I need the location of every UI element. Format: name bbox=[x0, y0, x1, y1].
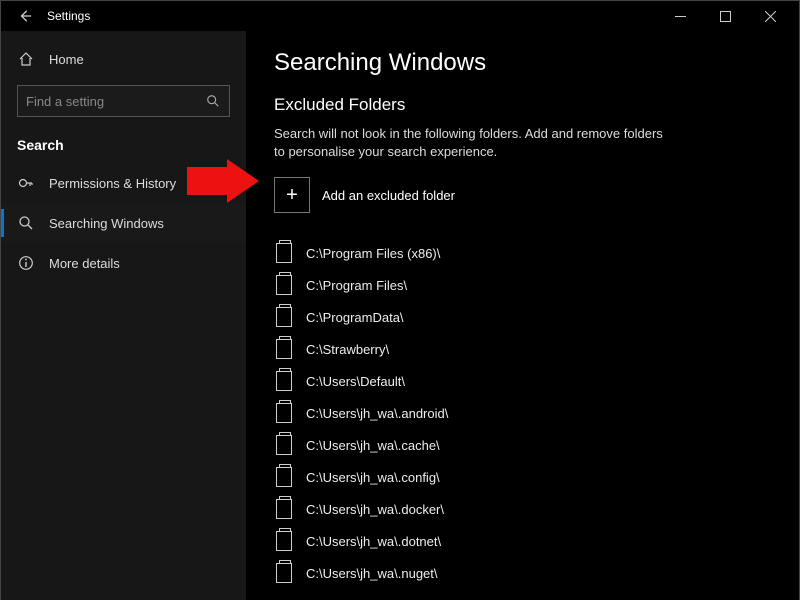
add-excluded-folder-button[interactable]: + Add an excluded folder bbox=[274, 177, 771, 213]
sidebar: Home Find a setting Search Permissions &… bbox=[1, 31, 246, 600]
nav-item-label: More details bbox=[49, 256, 120, 271]
search-placeholder: Find a setting bbox=[26, 94, 205, 109]
folder-path: C:\Users\jh_wa\.nuget\ bbox=[306, 566, 438, 581]
main-content: Searching Windows Excluded Folders Searc… bbox=[246, 31, 799, 600]
titlebar: Settings bbox=[1, 1, 799, 31]
excluded-folder-list: C:\Program Files (x86)\ C:\Program Files\… bbox=[274, 237, 771, 589]
settings-window: Settings Home Find a setting bbox=[0, 0, 800, 600]
folder-icon bbox=[276, 275, 292, 295]
nav-searching-windows[interactable]: Searching Windows bbox=[1, 203, 246, 243]
maximize-button[interactable] bbox=[703, 2, 748, 30]
excluded-folder-row[interactable]: C:\Users\jh_wa\.docker\ bbox=[274, 493, 771, 525]
red-arrow-annotation bbox=[187, 159, 259, 203]
window-title: Settings bbox=[47, 9, 90, 23]
back-button[interactable] bbox=[11, 2, 39, 30]
excluded-folder-row[interactable]: C:\Program Files (x86)\ bbox=[274, 237, 771, 269]
close-button[interactable] bbox=[748, 2, 793, 30]
folder-path: C:\ProgramData\ bbox=[306, 310, 404, 325]
folder-icon bbox=[276, 307, 292, 327]
folder-icon bbox=[276, 467, 292, 487]
folder-icon bbox=[276, 499, 292, 519]
home-icon bbox=[17, 51, 35, 67]
excluded-folder-row[interactable]: C:\Strawberry\ bbox=[274, 333, 771, 365]
info-icon bbox=[17, 255, 35, 271]
section-description: Search will not look in the following fo… bbox=[274, 125, 674, 161]
section-title: Excluded Folders bbox=[274, 95, 771, 115]
folder-path: C:\Users\jh_wa\.docker\ bbox=[306, 502, 444, 517]
folder-icon bbox=[276, 371, 292, 391]
arrow-left-icon bbox=[18, 9, 32, 23]
folder-path: C:\Users\Default\ bbox=[306, 374, 405, 389]
folder-path: C:\Program Files\ bbox=[306, 278, 407, 293]
nav-more-details[interactable]: More details bbox=[1, 243, 246, 283]
folder-path: C:\Users\jh_wa\.android\ bbox=[306, 406, 448, 421]
search-windows-icon bbox=[17, 215, 35, 231]
page-title: Searching Windows bbox=[274, 49, 771, 77]
folder-icon bbox=[276, 531, 292, 551]
search-icon bbox=[205, 94, 221, 108]
folder-path: C:\Strawberry\ bbox=[306, 342, 389, 357]
minimize-button[interactable] bbox=[658, 2, 703, 30]
find-setting-input[interactable]: Find a setting bbox=[17, 85, 230, 117]
minimize-icon bbox=[675, 11, 686, 22]
permissions-icon bbox=[17, 175, 35, 191]
add-label: Add an excluded folder bbox=[322, 188, 455, 203]
folder-path: C:\Users\jh_wa\.dotnet\ bbox=[306, 534, 441, 549]
excluded-folder-row[interactable]: C:\ProgramData\ bbox=[274, 301, 771, 333]
folder-path: C:\Program Files (x86)\ bbox=[306, 246, 440, 261]
excluded-folder-row[interactable]: C:\Users\jh_wa\.android\ bbox=[274, 397, 771, 429]
folder-path: C:\Users\jh_wa\.cache\ bbox=[306, 438, 440, 453]
plus-icon: + bbox=[274, 177, 310, 213]
excluded-folder-row[interactable]: C:\Users\Default\ bbox=[274, 365, 771, 397]
folder-icon bbox=[276, 243, 292, 263]
excluded-folder-row[interactable]: C:\Users\jh_wa\.cache\ bbox=[274, 429, 771, 461]
home-button[interactable]: Home bbox=[1, 41, 246, 77]
excluded-folder-row[interactable]: C:\Users\jh_wa\.config\ bbox=[274, 461, 771, 493]
folder-icon bbox=[276, 403, 292, 423]
excluded-folder-row[interactable]: C:\Users\jh_wa\.nuget\ bbox=[274, 557, 771, 589]
home-label: Home bbox=[49, 52, 84, 67]
close-icon bbox=[765, 11, 776, 22]
nav-item-label: Searching Windows bbox=[49, 216, 164, 231]
folder-icon bbox=[276, 435, 292, 455]
nav-item-label: Permissions & History bbox=[49, 176, 176, 191]
excluded-folder-row[interactable]: C:\Program Files\ bbox=[274, 269, 771, 301]
folder-icon bbox=[276, 563, 292, 583]
excluded-folder-row[interactable]: C:\Users\jh_wa\.dotnet\ bbox=[274, 525, 771, 557]
maximize-icon bbox=[720, 11, 731, 22]
folder-icon bbox=[276, 339, 292, 359]
folder-path: C:\Users\jh_wa\.config\ bbox=[306, 470, 440, 485]
